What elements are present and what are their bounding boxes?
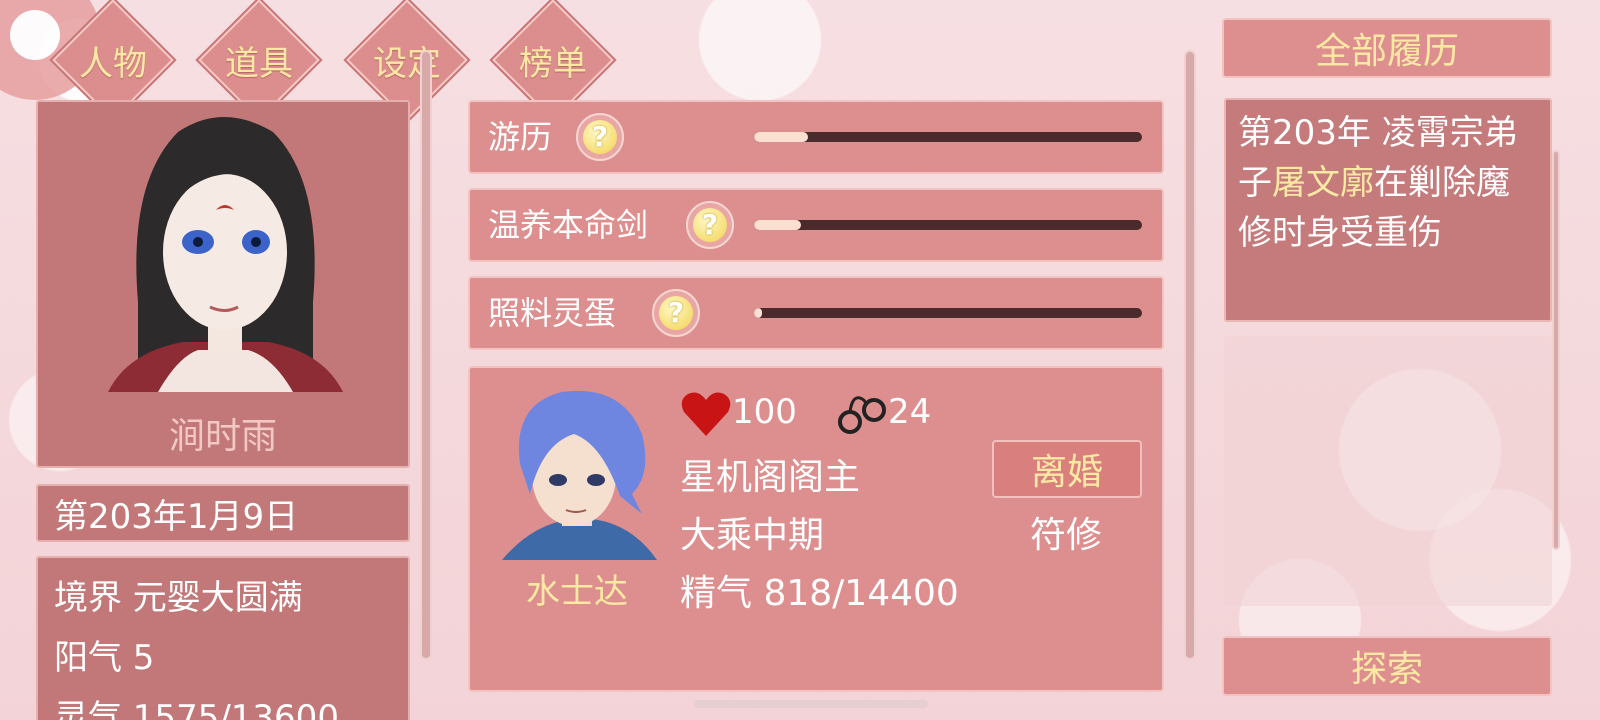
character-portrait-panel: 涧时雨 [36, 100, 410, 468]
bond-value: 24 [888, 392, 932, 432]
handcuffs-icon [838, 396, 886, 434]
activity-progress-bar [754, 220, 1142, 230]
question-mark-icon[interactable]: ? [686, 201, 734, 249]
all-history-label: 全部履历 [1314, 31, 1459, 72]
divorce-button-label: 离婚 [1030, 452, 1103, 493]
progress-fill [754, 132, 809, 142]
explore-label: 探索 [1350, 649, 1423, 690]
activity-row: 照料灵蛋 ? [468, 276, 1164, 350]
spouse-title: 星机阁阁主 [680, 457, 861, 498]
game-date: 第203年1月9日 [54, 496, 299, 537]
date-panel: 第203年1月9日 [36, 484, 410, 542]
activity-label: 游历 [488, 118, 553, 156]
spouse-realm: 大乘中期 [680, 515, 825, 556]
explore-button[interactable]: 探索 [1222, 636, 1552, 696]
question-mark-icon[interactable]: ? [652, 289, 700, 337]
stat-realm: 境界 元婴大圆满 [54, 578, 303, 618]
character-portrait [108, 117, 343, 392]
spouse-essence: 精气 818/14400 [680, 573, 959, 614]
divorce-button[interactable]: 离婚 [992, 440, 1142, 498]
history-text: 第203年 凌霄宗弟子屠文廓在剿除魔修时身受重伤 [1238, 108, 1538, 258]
stat-spirit-qi: 灵气 1575/13600 [54, 698, 339, 720]
tab-label: 道具 [225, 43, 293, 84]
heart-icon [681, 392, 731, 436]
activity-label: 温养本命剑 [488, 206, 649, 244]
spouse-portrait[interactable] [492, 384, 662, 560]
center-scrollbar[interactable] [1184, 50, 1196, 660]
bottom-scroll-handle[interactable] [694, 700, 928, 708]
tab-label: 人物 [79, 43, 147, 84]
stat-yang-qi: 阳气 5 [54, 638, 155, 678]
spouse-name: 水士达 [526, 572, 628, 612]
spouse-panel: 水士达 100 24 星机阁阁主 大乘中期 精气 818/14400 离婚 符修 [468, 366, 1164, 692]
right-scrollbar[interactable] [1552, 150, 1560, 550]
progress-fill [754, 220, 801, 230]
history-highlight-name: 屠文廓 [1272, 163, 1374, 203]
history-entry-faded [1224, 336, 1552, 606]
activity-row: 游历 ? [468, 100, 1164, 174]
spouse-role: 符修 [1030, 515, 1103, 556]
affection-value: 100 [732, 392, 797, 432]
character-name: 涧时雨 [168, 416, 277, 457]
history-entry: 第203年 凌霄宗弟子屠文廓在剿除魔修时身受重伤 [1224, 98, 1552, 322]
left-scrollbar[interactable] [420, 50, 432, 660]
activity-progress-bar [754, 308, 1142, 318]
all-history-button[interactable]: 全部履历 [1222, 18, 1552, 78]
activity-row: 温养本命剑 ? [468, 188, 1164, 262]
question-mark-icon[interactable]: ? [576, 113, 624, 161]
tab-label: 榜单 [519, 43, 587, 84]
activity-label: 照料灵蛋 [488, 294, 617, 332]
activity-progress-bar [754, 132, 1142, 142]
character-stats-panel: 境界 元婴大圆满 阳气 5 灵气 1575/13600 [36, 556, 410, 720]
progress-fill [754, 308, 762, 318]
